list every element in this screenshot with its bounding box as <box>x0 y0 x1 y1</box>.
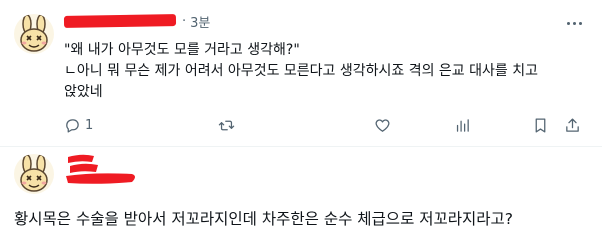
avatar[interactable] <box>14 14 54 54</box>
views-button[interactable] <box>454 114 471 136</box>
redacted-username <box>66 154 135 184</box>
avatar[interactable] <box>14 154 54 194</box>
more-icon <box>566 21 570 25</box>
avatar-bunny-icon <box>14 154 54 194</box>
like-icon <box>375 118 390 132</box>
post-body-line: ㄴ아니 뭐 무슨 제가 어려서 아무것도 모른다고 생각하시죠 격의 은교 대사… <box>64 63 538 79</box>
post-body: "왜 내가 아무것도 모를 거라고 생각해?" ㄴ아니 뭐 무슨 제가 어려서 … <box>64 40 574 103</box>
post-time[interactable]: 3분 <box>190 12 210 31</box>
time-separator: · <box>182 13 187 29</box>
avatar-bunny-icon <box>14 14 54 54</box>
more-button[interactable] <box>564 14 584 32</box>
post-body-line: "왜 내가 아무것도 모를 거라고 생각해?" <box>64 42 300 58</box>
share-button[interactable] <box>564 114 581 136</box>
post-body: 황시목은 수술을 받아서 저꼬라지인데 차주한은 순수 체급으로 저꼬라지라고? <box>14 210 514 228</box>
post-header: · 3분 <box>63 10 210 32</box>
like-button[interactable] <box>374 114 391 136</box>
retweet-icon <box>218 120 235 130</box>
post-body-line: 앉았네 <box>64 84 103 100</box>
reply-button[interactable]: 1 <box>64 114 93 136</box>
retweet-button[interactable] <box>218 114 235 136</box>
views-icon <box>456 118 469 132</box>
redacted-username <box>63 14 177 28</box>
post-divider <box>0 146 602 147</box>
post-actions: 1 <box>64 114 584 136</box>
post-1: · 3분 "왜 내가 아무것도 모를 거라고 생각해?" ㄴ아니 뭐 무슨 제가… <box>0 0 602 146</box>
bookmark-button[interactable] <box>532 114 549 136</box>
reply-count: 1 <box>85 117 94 133</box>
bookmark-icon <box>535 117 546 133</box>
share-icon <box>566 117 579 132</box>
reply-icon <box>66 118 79 133</box>
